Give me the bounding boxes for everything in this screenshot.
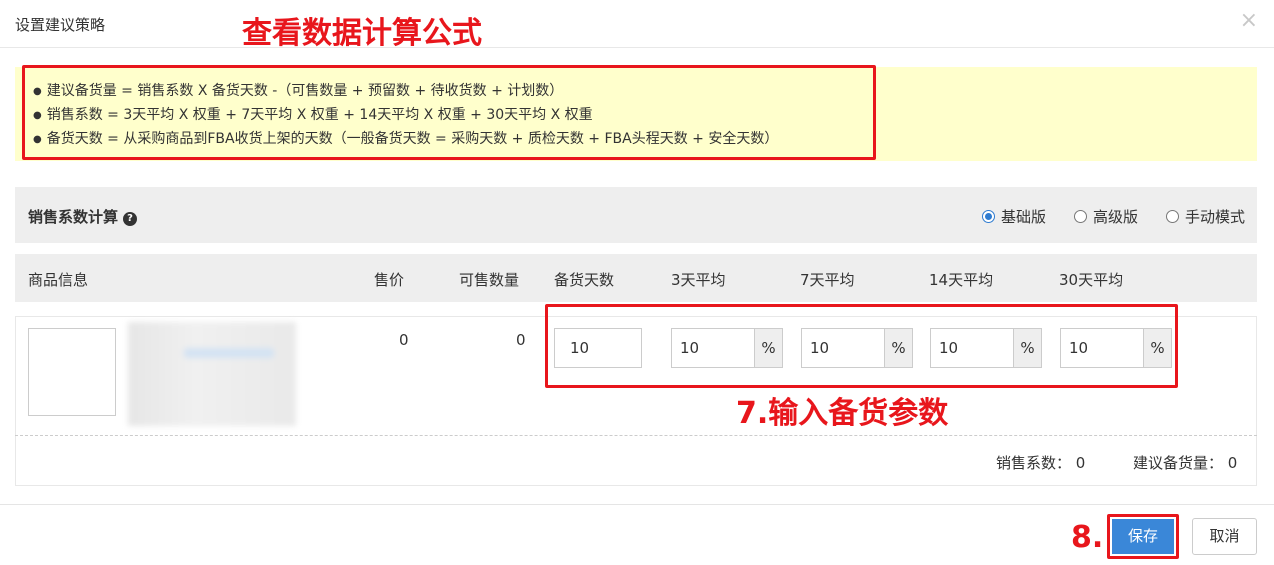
radio-button-icon[interactable]: [1073, 210, 1087, 223]
radio-basic[interactable]: 基础版: [981, 206, 1046, 227]
cell-available: 0: [516, 331, 526, 349]
row-divider: [15, 435, 1257, 436]
sales-coefficient-bar: 销售系数计算? 基础版 高级版 手动模式: [15, 187, 1257, 243]
close-icon[interactable]: ×: [1240, 10, 1258, 32]
help-icon[interactable]: ?: [123, 212, 138, 226]
table-header: 商品信息 售价 可售数量 备货天数 3天平均 7天平均 14天平均 30天平均: [15, 254, 1257, 302]
dialog-header: 设置建议策略 ×: [0, 0, 1274, 48]
footer-divider: [0, 504, 1274, 505]
col-product: 商品信息: [28, 271, 89, 289]
cancel-button[interactable]: 取消: [1192, 518, 1257, 555]
annotation-step7: 7.输入备货参数: [736, 396, 949, 431]
radio-button-icon[interactable]: [1165, 210, 1179, 223]
col-available: 可售数量: [459, 271, 520, 289]
suggest-summary: 建议备货量： 0: [1133, 452, 1237, 473]
radio-advanced-label: 高级版: [1092, 208, 1138, 226]
product-thumbnail[interactable]: [28, 328, 116, 416]
mode-radio-group: 基础版 高级版 手动模式: [981, 206, 1245, 227]
dialog-title: 设置建议策略: [15, 16, 106, 34]
sales-section-title: 销售系数计算?: [28, 206, 138, 227]
sales-coef-label: 销售系数：: [996, 454, 1072, 472]
input-highlight-frame: [545, 304, 1178, 388]
annotation-view-formula: 查看数据计算公式: [242, 16, 482, 51]
col-stock-days: 备货天数: [554, 271, 615, 289]
col-avg3: 3天平均: [671, 271, 726, 289]
radio-manual-label: 手动模式: [1184, 208, 1245, 226]
radio-advanced[interactable]: 高级版: [1073, 206, 1138, 227]
product-info-blurred: [128, 322, 296, 426]
formula-highlight-frame: [22, 65, 876, 160]
suggest-label: 建议备货量：: [1133, 454, 1224, 472]
radio-basic-label: 基础版: [1000, 208, 1046, 226]
col-avg14: 14天平均: [929, 271, 994, 289]
suggest-value: 0: [1227, 454, 1238, 472]
sales-coef-summary: 销售系数： 0: [996, 452, 1085, 473]
sales-coef-value: 0: [1075, 454, 1086, 472]
col-price: 售价: [374, 271, 405, 289]
col-avg30: 30天平均: [1059, 271, 1124, 289]
annotation-step8: 8.: [1071, 520, 1104, 555]
save-button[interactable]: 保存: [1112, 519, 1174, 554]
sales-title-text: 销售系数计算: [28, 208, 119, 226]
col-avg7: 7天平均: [800, 271, 855, 289]
radio-manual[interactable]: 手动模式: [1165, 206, 1245, 227]
radio-button-icon[interactable]: [981, 210, 995, 223]
cell-price: 0: [399, 331, 409, 349]
